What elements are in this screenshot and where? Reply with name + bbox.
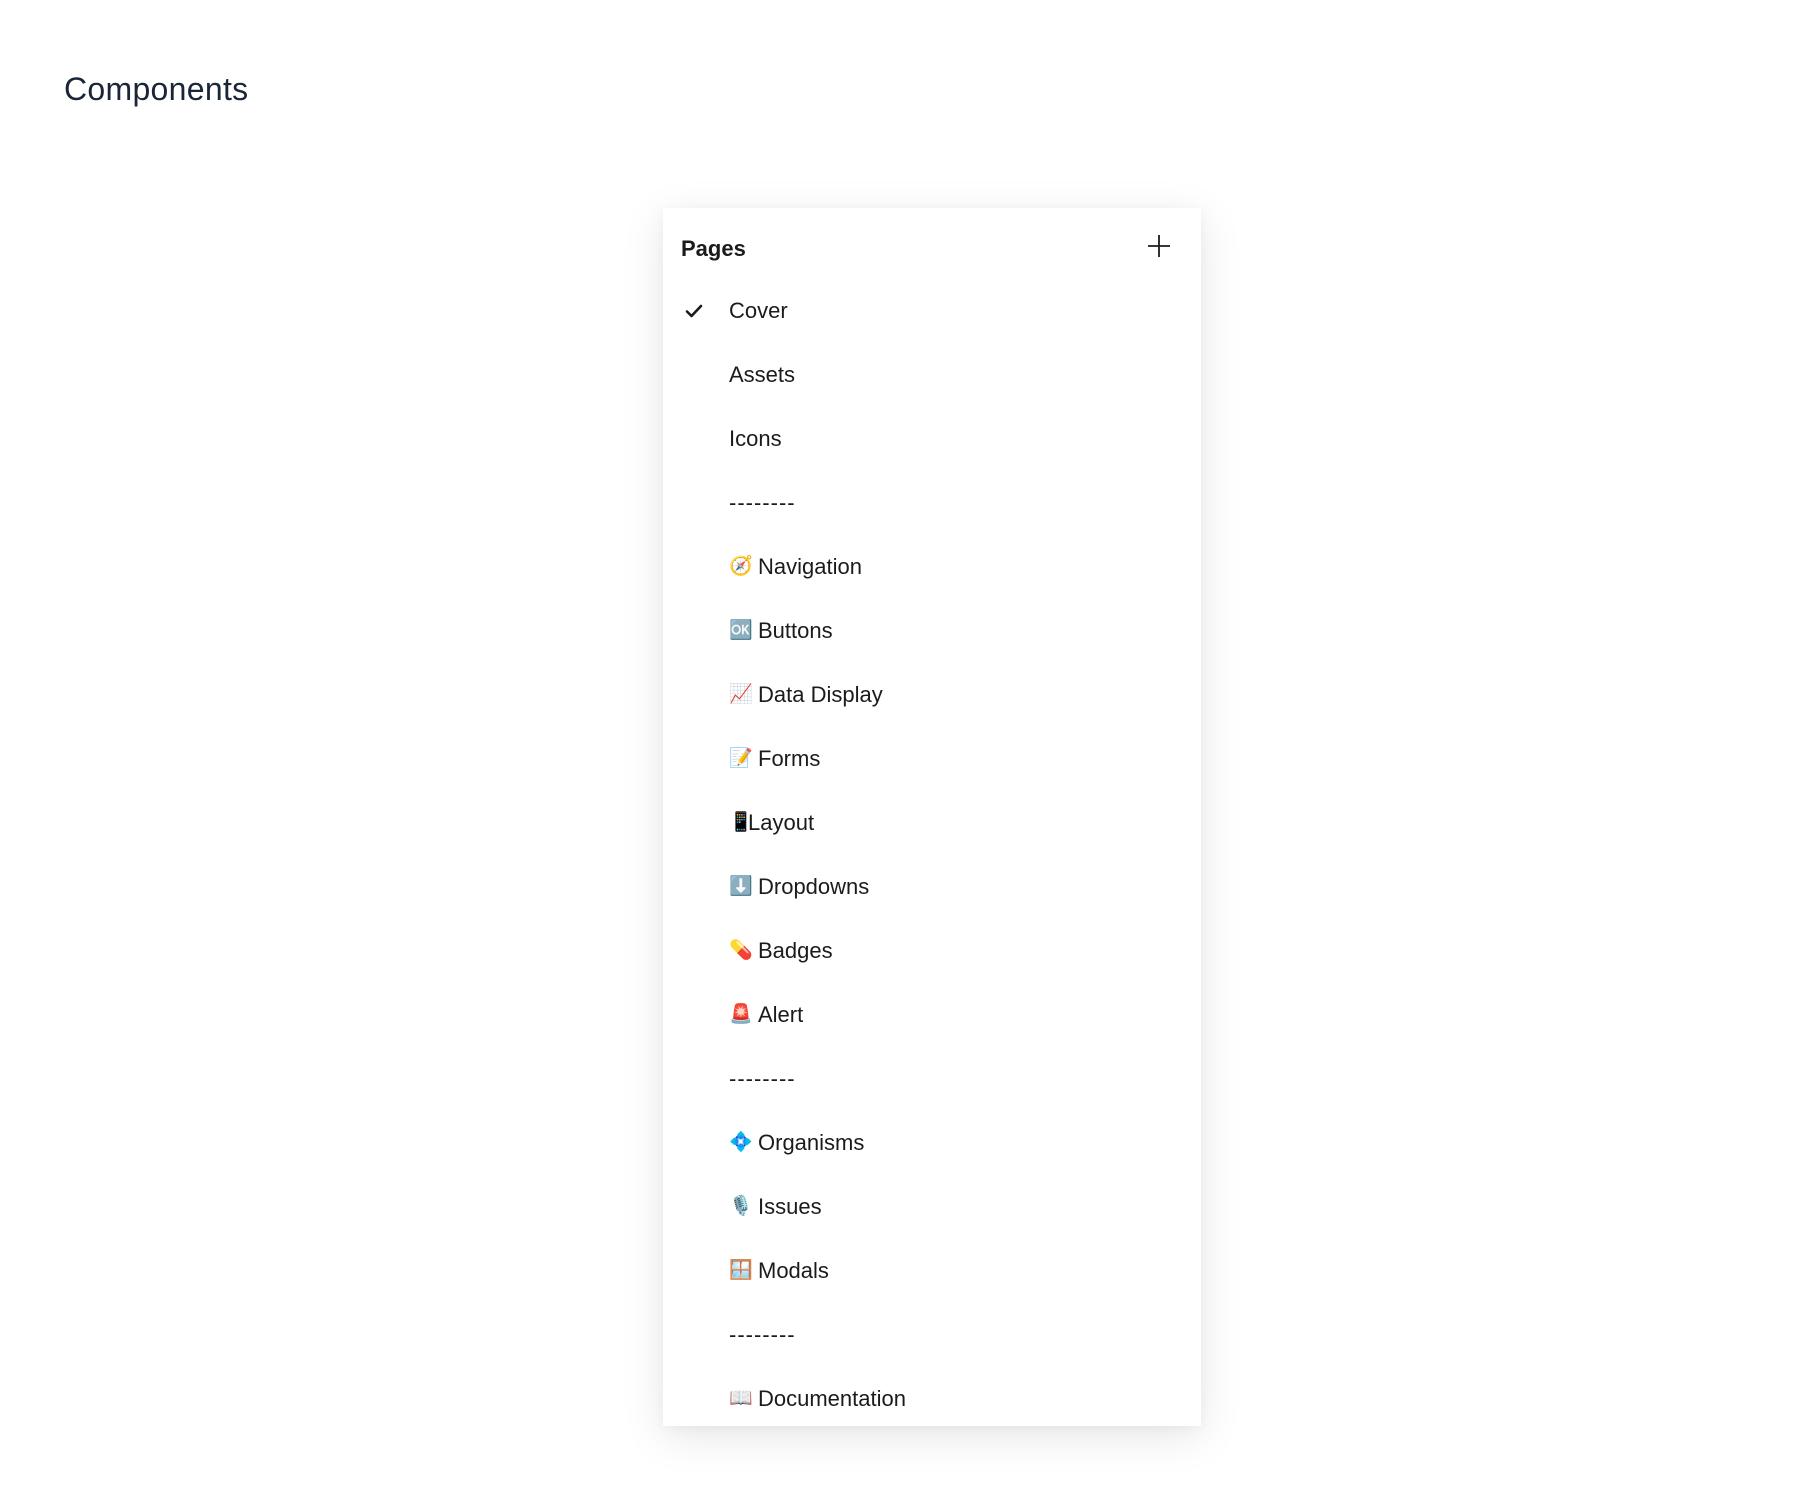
page-name: Badges: [758, 938, 833, 963]
page-list-item[interactable]: 🚨 Alert: [663, 983, 1201, 1047]
open-book-icon: 📖: [729, 1388, 753, 1409]
page-label: 🚨 Alert: [729, 1001, 803, 1029]
ok-button-icon: 🆗: [729, 620, 753, 641]
page-list-item[interactable]: Icons: [663, 407, 1201, 471]
chart-increasing-icon: 📈: [729, 684, 753, 705]
page-separator[interactable]: --------: [663, 471, 1201, 535]
separator-text: --------: [729, 1066, 796, 1091]
separator-label: --------: [729, 1065, 796, 1093]
page-list-item[interactable]: 🎙️ Issues: [663, 1175, 1201, 1239]
page-label: Icons: [729, 425, 782, 453]
page-name: Layout: [748, 810, 815, 835]
page-label: 📱 Layout: [729, 809, 814, 837]
down-arrow-icon: ⬇️: [729, 876, 753, 897]
page-separator[interactable]: --------: [663, 1047, 1201, 1111]
page-label: 🧭 Navigation: [729, 553, 862, 581]
page-label: 🆗 Buttons: [729, 617, 833, 645]
page-name: Buttons: [758, 618, 833, 643]
separator-text: --------: [729, 490, 796, 515]
page-name: Organisms: [758, 1130, 865, 1155]
page-list-item[interactable]: Cover: [663, 279, 1201, 343]
page-list-item[interactable]: 💠 Organisms: [663, 1111, 1201, 1175]
page-name: Data Display: [758, 682, 883, 707]
page-label: Cover: [729, 297, 788, 325]
page-label: 🪟 Modals: [729, 1257, 829, 1285]
page-name: Alert: [758, 1002, 804, 1027]
compass-icon: 🧭: [729, 556, 753, 577]
page-list-item[interactable]: 🪟 Modals: [663, 1239, 1201, 1303]
page-name: Assets: [729, 362, 796, 387]
page-list-item[interactable]: ⬇️ Dropdowns: [663, 855, 1201, 919]
page-name: Issues: [758, 1194, 822, 1219]
page-label: Assets: [729, 361, 795, 389]
pill-icon: 💊: [729, 940, 753, 961]
checkmark-icon: [685, 304, 703, 318]
pages-panel-title: Pages: [681, 236, 746, 261]
microphone-icon: 🎙️: [729, 1196, 753, 1217]
page-list-item[interactable]: 🆗 Buttons: [663, 599, 1201, 663]
page-name: Dropdowns: [758, 874, 870, 899]
page-name: Cover: [729, 298, 788, 323]
pages-panel: Pages Cover Assets Icons -------- 🧭 Navigatio…: [663, 208, 1201, 1426]
separator-label: --------: [729, 489, 796, 517]
pages-panel-header: Pages: [663, 208, 1201, 288]
page-label: 📖 Documentation: [729, 1385, 906, 1413]
memo-icon: 📝: [729, 748, 753, 769]
plus-icon: [1148, 235, 1170, 257]
page-label: ⬇️ Dropdowns: [729, 873, 869, 901]
pages-list: Cover Assets Icons -------- 🧭 Navigation 🆗 Butt…: [663, 279, 1201, 1426]
window-icon: 🪟: [729, 1260, 753, 1281]
page-list-item[interactable]: 🧭 Navigation: [663, 535, 1201, 599]
siren-icon: 🚨: [729, 1004, 753, 1025]
page-label: 📈 Data Display: [729, 681, 883, 709]
page-list-item[interactable]: 💊 Badges: [663, 919, 1201, 983]
page-name: Documentation: [758, 1386, 906, 1411]
page-label: 💊 Badges: [729, 937, 833, 965]
page-list-item[interactable]: 📈 Data Display: [663, 663, 1201, 727]
page-label: 💠 Organisms: [729, 1129, 864, 1157]
page-name: Forms: [758, 746, 821, 771]
page-name: Modals: [758, 1258, 829, 1283]
page-list-item[interactable]: 📝 Forms: [663, 727, 1201, 791]
page-label: 📝 Forms: [729, 745, 820, 773]
diamond-icon: 💠: [729, 1132, 753, 1153]
separator-text: --------: [729, 1322, 796, 1347]
page-name: Navigation: [758, 554, 862, 579]
add-page-button[interactable]: [1143, 230, 1175, 262]
page-name: Icons: [729, 426, 782, 451]
mobile-phone-icon: 📱: [729, 812, 753, 833]
page-list-item[interactable]: Assets: [663, 343, 1201, 407]
page-list-item[interactable]: 📱 Layout: [663, 791, 1201, 855]
separator-label: --------: [729, 1321, 796, 1349]
page-separator[interactable]: --------: [663, 1303, 1201, 1367]
page-list-item[interactable]: 📖 Documentation: [663, 1367, 1201, 1426]
page-title: Components: [64, 71, 249, 107]
page-label: 🎙️ Issues: [729, 1193, 822, 1221]
